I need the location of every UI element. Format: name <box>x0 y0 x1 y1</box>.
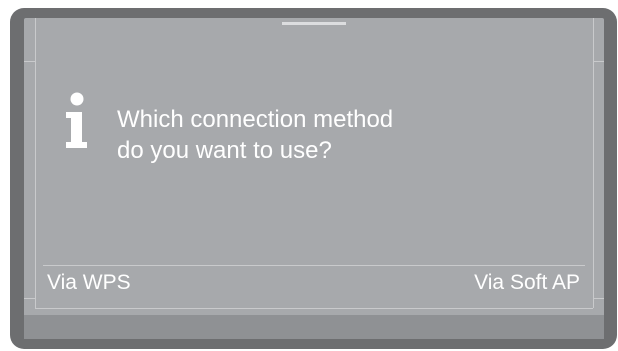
frame-line-left <box>35 18 36 308</box>
info-icon <box>62 92 96 150</box>
via-soft-ap-button[interactable]: Via Soft AP <box>474 269 580 297</box>
dialog-message-line-2: do you want to use? <box>117 137 332 164</box>
frame-tick-bottom-left <box>24 298 35 299</box>
dialog-message-line-1: Which connection method <box>117 106 394 133</box>
frame-tick-top-left <box>24 61 35 62</box>
via-wps-button[interactable]: Via WPS <box>47 269 131 297</box>
frame-tick-bottom-right <box>593 298 604 299</box>
scroll-indicator <box>282 22 346 25</box>
frame-line-bottom <box>35 308 593 309</box>
bottom-bar <box>24 315 604 339</box>
frame-tick-top-right <box>593 61 604 62</box>
dialog-message: Which connection method do you want to u… <box>117 104 393 166</box>
softkey-separator <box>43 265 585 266</box>
